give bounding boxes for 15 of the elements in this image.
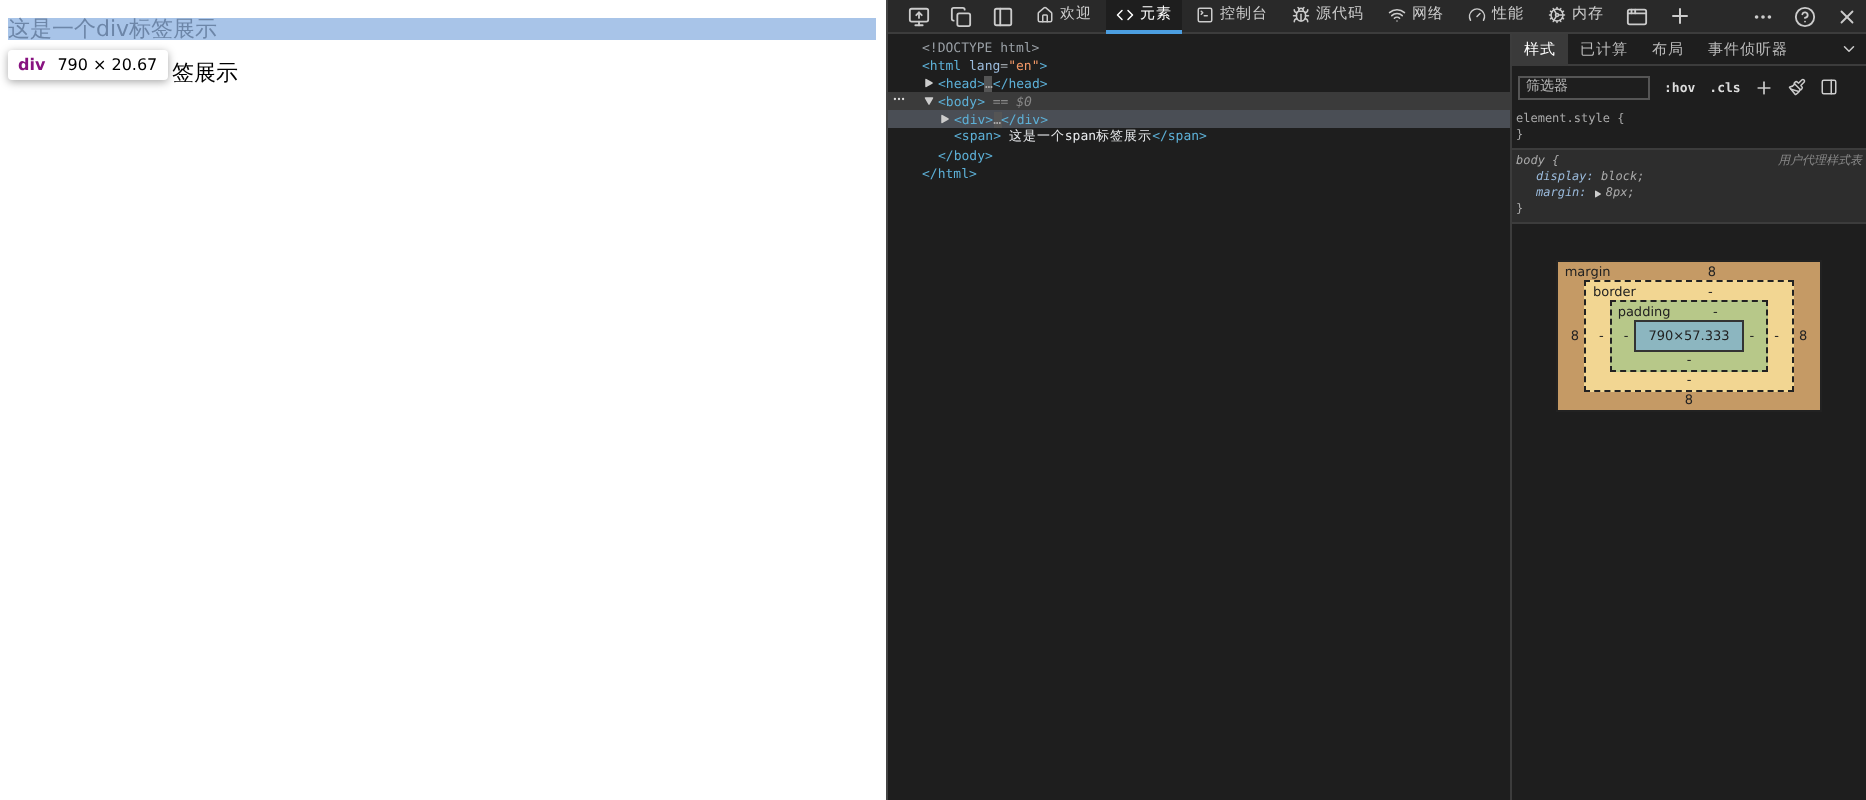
page-text: 签展示 [172, 60, 238, 86]
gear-icon [1548, 5, 1566, 23]
collapse-icon[interactable] [924, 96, 938, 106]
highlighted-text: 这是一个div标签展示 [8, 18, 876, 40]
tooltip-size: 790 × 20.67 [57, 56, 158, 74]
tooltip-tag: div [18, 56, 46, 74]
wifi-icon [1388, 5, 1406, 23]
expand-icon[interactable] [924, 78, 938, 88]
expand-icon[interactable] [940, 114, 954, 124]
console-icon [1196, 5, 1214, 23]
expand-icon [1593, 190, 1602, 198]
code-icon [1116, 5, 1134, 23]
gauge-icon [1468, 5, 1486, 23]
home-icon [1036, 5, 1054, 23]
bug-icon [1292, 5, 1310, 23]
